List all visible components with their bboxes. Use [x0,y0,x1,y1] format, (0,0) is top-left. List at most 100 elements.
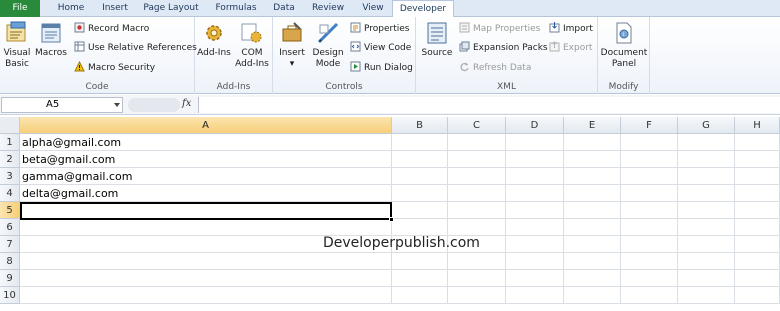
cell-h7[interactable] [735,236,780,253]
cell-a9[interactable] [20,270,392,287]
chevron-down-icon[interactable] [114,103,120,107]
cell-d7[interactable] [506,236,564,253]
cell-d8[interactable] [506,253,564,270]
cell-f4[interactable] [621,185,678,202]
cell-f3[interactable] [621,168,678,185]
cell-a6[interactable] [20,219,392,236]
cell-b4[interactable] [392,185,448,202]
cell-e4[interactable] [564,185,621,202]
cell-b10[interactable] [392,287,448,304]
cell-a8[interactable] [20,253,392,270]
visual-basic-button[interactable]: Visual Basic [2,21,32,70]
cell-a2[interactable]: beta@gmail.com [20,151,392,168]
document-panel-button[interactable]: i Document Panel [600,21,648,70]
tab-review[interactable]: Review [304,0,352,17]
cell-b9[interactable] [392,270,448,287]
macro-security-button[interactable]: Macro Security [74,61,155,75]
column-header-a[interactable]: A [20,117,392,134]
cell-e6[interactable] [564,219,621,236]
cell-h8[interactable] [735,253,780,270]
insert-function-icon[interactable]: fx [182,98,191,109]
add-ins-button[interactable]: Add-Ins [197,21,231,59]
cell-e7[interactable] [564,236,621,253]
fill-handle[interactable] [389,217,394,222]
cell-e5[interactable] [564,202,621,219]
import-button[interactable]: Import [549,22,593,36]
column-header-b[interactable]: B [392,117,448,134]
row-header-1[interactable]: 1 [0,134,20,151]
cell-d5[interactable] [506,202,564,219]
cell-g1[interactable] [678,134,735,151]
cell-h2[interactable] [735,151,780,168]
cell-h3[interactable] [735,168,780,185]
tab-data[interactable]: Data [266,0,302,17]
cell-b1[interactable] [392,134,448,151]
cell-f7[interactable] [621,236,678,253]
active-cell-outline[interactable] [20,202,392,220]
cell-e10[interactable] [564,287,621,304]
cell-h9[interactable] [735,270,780,287]
cell-c3[interactable] [448,168,506,185]
cell-c5[interactable] [448,202,506,219]
cell-c8[interactable] [448,253,506,270]
tab-page-layout[interactable]: Page Layout [136,0,206,17]
column-header-f[interactable]: F [621,117,678,134]
row-header-9[interactable]: 9 [0,270,20,287]
cell-c2[interactable] [448,151,506,168]
tab-developer[interactable]: Developer [392,0,454,18]
cell-f6[interactable] [621,219,678,236]
cell-c6[interactable] [448,219,506,236]
insert-control-button[interactable]: Insert ▾ [275,21,309,70]
cell-d4[interactable] [506,185,564,202]
cell-h10[interactable] [735,287,780,304]
column-header-g[interactable]: G [678,117,735,134]
export-button[interactable]: Export [549,41,592,55]
cell-e1[interactable] [564,134,621,151]
cell-g10[interactable] [678,287,735,304]
tab-home[interactable]: Home [48,0,94,17]
cell-d10[interactable] [506,287,564,304]
source-button[interactable]: Source [420,21,454,59]
cell-h6[interactable] [735,219,780,236]
formula-input[interactable] [198,97,780,113]
cell-d1[interactable] [506,134,564,151]
cell-b6[interactable] [392,219,448,236]
row-header-4[interactable]: 4 [0,185,20,202]
name-box[interactable]: A5 [1,97,123,113]
view-code-button[interactable]: View Code [350,41,411,55]
formula-bar-grip[interactable] [128,98,180,112]
column-header-e[interactable]: E [564,117,621,134]
tab-insert[interactable]: Insert [96,0,134,17]
row-header-2[interactable]: 2 [0,151,20,168]
cell-g7[interactable] [678,236,735,253]
cell-c1[interactable] [448,134,506,151]
select-all-corner[interactable] [0,117,20,134]
cell-g8[interactable] [678,253,735,270]
row-header-5[interactable]: 5 [0,202,20,219]
cell-e8[interactable] [564,253,621,270]
cell-e3[interactable] [564,168,621,185]
cell-f9[interactable] [621,270,678,287]
cell-c9[interactable] [448,270,506,287]
cell-d3[interactable] [506,168,564,185]
cell-b8[interactable] [392,253,448,270]
com-add-ins-button[interactable]: COM Add-Ins [233,21,271,70]
refresh-data-button[interactable]: Refresh Data [459,61,531,75]
cell-g9[interactable] [678,270,735,287]
cell-d6[interactable] [506,219,564,236]
cell-c10[interactable] [448,287,506,304]
cell-e9[interactable] [564,270,621,287]
use-relative-references-button[interactable]: Use Relative References [74,41,197,55]
column-header-c[interactable]: C [448,117,506,134]
cell-g3[interactable] [678,168,735,185]
cell-f8[interactable] [621,253,678,270]
record-macro-button[interactable]: Record Macro [74,22,149,36]
cell-h4[interactable] [735,185,780,202]
cell-g2[interactable] [678,151,735,168]
cell-a10[interactable] [20,287,392,304]
cell-f1[interactable] [621,134,678,151]
column-header-d[interactable]: D [506,117,564,134]
cell-h1[interactable] [735,134,780,151]
cell-c4[interactable] [448,185,506,202]
tab-file[interactable]: File [0,0,40,17]
